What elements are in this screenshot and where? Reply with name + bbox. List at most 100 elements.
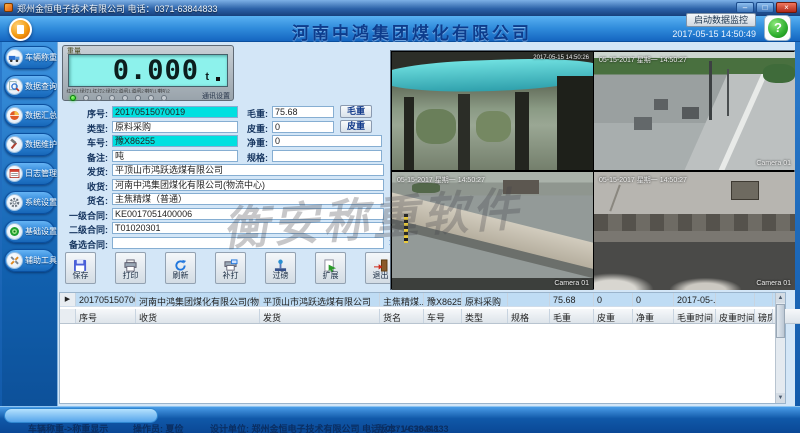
refresh-button-label: 刷新 [166, 272, 195, 280]
sidebar-item-log-management[interactable]: 日志管理 [4, 162, 55, 185]
scene-layer [594, 231, 795, 242]
table-cell [716, 293, 755, 306]
tare-weigh-button[interactable]: 皮重 [340, 120, 372, 133]
sidebar-item-vehicle-weighing[interactable]: 车辆称重 [4, 46, 55, 69]
camera-tile-3[interactable]: 05-15-2017 星期一 14:50:27 Camera 01 [392, 172, 593, 290]
scrollbar-thumb[interactable] [776, 304, 785, 338]
receiver-field[interactable]: 河南中鸿集团煤化有限公司(物流中心) [112, 179, 384, 191]
contract-alt-label: 备选合同: [50, 238, 108, 251]
titlebar: 郑州金恒电子技术有限公司 电话：0371-63844833 – □ × [0, 0, 800, 16]
weight-indicator-panel: 重量 0.000 t 红灯1绿灯1红灯2绿灯2道闸1道闸2喇叭1喇叭2通讯设置 [62, 45, 234, 101]
weigh-button-label: 过磅 [266, 272, 295, 280]
gross-weigh-button[interactable]: 毛重 [340, 105, 372, 118]
table-cell: 规格 [508, 309, 550, 323]
save-icon [73, 259, 88, 272]
status-nav: 车辆称重->称重显示 [28, 422, 108, 433]
scene-layer-trees [763, 64, 795, 83]
statusbar-tab [4, 408, 158, 423]
save-button[interactable]: 保存 [65, 252, 96, 284]
header-band: 河南中鸿集团煤化有限公司 启动数据监控 2017-05-15 14:50:49 … [0, 16, 800, 42]
shipper-field[interactable]: 平顶山市鸿跃选煤有限公司 [112, 164, 384, 176]
camera2-timestamp: 05-15-2017 星期一 14:50:27 [599, 55, 687, 65]
shipper-label: 发货: [50, 165, 108, 178]
table-cell: 毛重时间 [674, 309, 716, 323]
sidebar-item-aux-tools[interactable]: 辅助工具 [4, 249, 55, 272]
vertical-scrollbar[interactable]: ▲ ▼ [775, 293, 785, 403]
indicator-道闸2: 道闸2 [131, 86, 144, 101]
print-button[interactable]: 打印 [115, 252, 146, 284]
scene-layer-trees [476, 111, 510, 142]
contract2-field[interactable]: T01020301 [112, 222, 384, 234]
scroll-down-icon[interactable]: ▼ [776, 393, 785, 403]
table-cell: 类型 [462, 309, 508, 323]
header-datetime: 2017-05-15 14:50:49 [672, 29, 756, 39]
indicator-label: 绿灯1 [79, 87, 91, 94]
calendar-icon [6, 165, 23, 182]
camera4-timestamp: 05-15-2017 星期一 14:50:27 [599, 175, 687, 185]
maximize-button[interactable]: □ [756, 2, 774, 13]
scroll-up-icon[interactable]: ▲ [776, 293, 785, 303]
save-button-label: 保存 [66, 272, 95, 280]
indicator-light [122, 95, 128, 101]
refresh-button[interactable]: 刷新 [165, 252, 196, 284]
goods-label: 货名: [50, 194, 108, 207]
indicator-label: 喇叭1 [144, 87, 156, 94]
exit-door-icon [373, 259, 388, 272]
scene-layer-pole [709, 61, 712, 120]
help-button[interactable]: ? [764, 15, 791, 41]
contract-alt-field[interactable] [112, 237, 384, 249]
start-monitor-button[interactable]: 启动数据监控 [686, 13, 756, 27]
camera-tile-1[interactable]: 2017-05-15 14:50:26 [392, 52, 593, 170]
camera2-label: Camera 01 [756, 160, 791, 167]
minimize-button[interactable]: – [736, 2, 754, 13]
goods-field[interactable]: 主焦精煤（普通） [112, 193, 384, 205]
scene-layer-block [634, 117, 652, 130]
gross-field[interactable]: 75.68 [272, 106, 334, 118]
expand-button[interactable]: 扩展 [315, 252, 346, 284]
camera-tile-4[interactable]: 05-15-2017 星期一 14:50:27 Camera 01 [594, 172, 795, 290]
close-button[interactable]: × [776, 2, 797, 13]
table-cell: 序号 [76, 309, 136, 323]
scene-layer-shed [503, 180, 539, 194]
table-cell: 河南中鸿集团煤化有限公司(物流中心) [136, 293, 260, 306]
indicator-label: 道闸1 [118, 87, 130, 94]
app-icon-small [4, 3, 13, 12]
net-field[interactable]: 0 [272, 135, 382, 147]
gross-label: 毛重: [210, 107, 268, 120]
sidebar-item-data-maintenance[interactable]: 数据维护 [4, 133, 55, 156]
net-label: 净重: [210, 136, 268, 149]
stable-dot [216, 77, 220, 81]
indicator-label: 红灯1 [66, 87, 78, 94]
comm-settings-link[interactable]: 通讯设置 [202, 91, 230, 101]
table-row[interactable]: ▶20170515070019河南中鸿集团煤化有限公司(物流中心)平顶山市鸿跃选… [60, 293, 785, 307]
sidebar-item-data-summary[interactable]: 数据汇总 [4, 104, 55, 127]
refresh-icon [173, 259, 188, 272]
weigh-button[interactable]: 过磅 [265, 252, 296, 284]
camera3-timestamp: 05-15-2017 星期一 14:50:27 [397, 175, 485, 185]
spec-label: 规格: [210, 151, 268, 164]
spec-field[interactable] [272, 150, 382, 162]
scale-indicators: 红灯1绿灯1红灯2绿灯2道闸1道闸2喇叭1喇叭2通讯设置 [66, 88, 230, 101]
tare-field[interactable]: 0 [272, 121, 334, 133]
table-cell: 豫X86255 [424, 293, 462, 306]
camera-tile-2[interactable]: 05-15-2017 星期一 14:50:27 Camera 01 [594, 52, 795, 170]
table-cell: 2017-05-... [674, 293, 716, 306]
crossed-wrenches-icon [6, 252, 23, 269]
indicator-喇叭1: 喇叭1 [144, 86, 157, 101]
table-cell: 皮重 [594, 309, 633, 323]
tare-label: 皮重: [210, 122, 268, 135]
scene-layer [557, 76, 593, 170]
sidebar-item-system-settings[interactable]: 系统设置 [4, 191, 55, 214]
contract2-label: 二级合同: [50, 223, 108, 236]
weight-unit: t [205, 71, 209, 83]
contract1-field[interactable]: KE0017051400006 [112, 208, 384, 220]
contract1-label: 一级合同: [50, 209, 108, 222]
reprint-button[interactable]: 补打 [215, 252, 246, 284]
indicator-light [83, 95, 89, 101]
sidebar-item-basic-settings[interactable]: 基础设置 [4, 220, 55, 243]
table-cell [508, 293, 550, 306]
indicator-绿灯2: 绿灯2 [105, 86, 118, 101]
sidebar-item-data-query[interactable]: 数据查询 [4, 75, 55, 98]
table-cell: 皮重时间 [716, 309, 755, 323]
indicator-绿灯1: 绿灯1 [79, 86, 92, 101]
